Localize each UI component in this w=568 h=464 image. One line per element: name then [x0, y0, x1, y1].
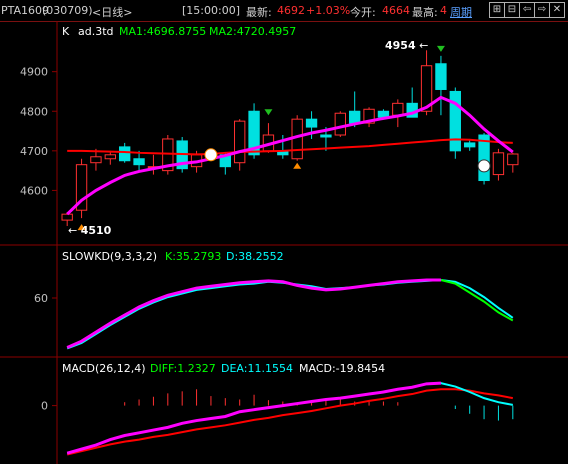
macd-diff-line	[66, 382, 513, 455]
macd-dea-label: DEA:11.1554	[221, 362, 293, 375]
kd-d-line	[66, 278, 514, 350]
y-tick-label: 4900	[20, 66, 48, 79]
candle-body	[435, 63, 447, 90]
macd-tick-label: 0	[41, 400, 48, 413]
kd-k-up-line	[66, 278, 441, 349]
main-prefix: K	[62, 25, 70, 38]
candle-body	[133, 158, 145, 166]
high-marker-value: 4954	[385, 39, 416, 52]
sell-arrow-icon	[436, 45, 445, 52]
low-marker-value: 4510	[80, 224, 112, 237]
candle-body	[349, 110, 361, 124]
low-marker: ← 4510	[68, 224, 112, 237]
kd-title: SLOWKD(9,3,3,2)	[62, 250, 158, 263]
candle-body	[320, 134, 332, 138]
kd-tick-label: 60	[34, 292, 48, 305]
candle-body	[305, 118, 318, 128]
macd-dea-line	[66, 388, 513, 456]
y-tick-label: 4800	[20, 105, 48, 118]
kd-d-label: D:38.2552	[226, 250, 284, 263]
smiley-icon	[204, 148, 218, 162]
candle-body	[507, 153, 519, 166]
ma1-line	[66, 95, 514, 216]
candle-body	[234, 120, 246, 164]
candle-body	[392, 102, 404, 116]
macd-value-label: MACD:-19.8454	[299, 362, 386, 375]
macd-title: MACD(26,12,4)	[62, 362, 146, 375]
candle-body	[492, 152, 505, 176]
ma2-line	[67, 138, 513, 156]
candle-body	[104, 154, 116, 160]
candle-body	[464, 142, 476, 148]
kd-k-line	[66, 279, 514, 349]
candle-body	[90, 156, 102, 164]
neutral-face-icon	[477, 159, 491, 173]
candle-body	[61, 213, 73, 221]
high-marker: 4954 ←	[385, 39, 429, 52]
ma1-label: MA1:4696.8755	[119, 25, 207, 38]
candle-body	[119, 146, 131, 162]
y-tick-label: 4600	[20, 184, 48, 197]
sell-arrow-icon	[264, 109, 273, 116]
macd-diff-label: DIFF:1.2327	[150, 362, 216, 375]
main-indicator: ad.3td	[78, 25, 114, 38]
buy-arrow-icon	[293, 162, 302, 169]
ma2-label: MA2:4720.4957	[209, 25, 297, 38]
y-tick-label: 4700	[20, 145, 48, 158]
candle-body	[334, 112, 346, 136]
kd-k-label: K:35.2793	[165, 250, 222, 263]
